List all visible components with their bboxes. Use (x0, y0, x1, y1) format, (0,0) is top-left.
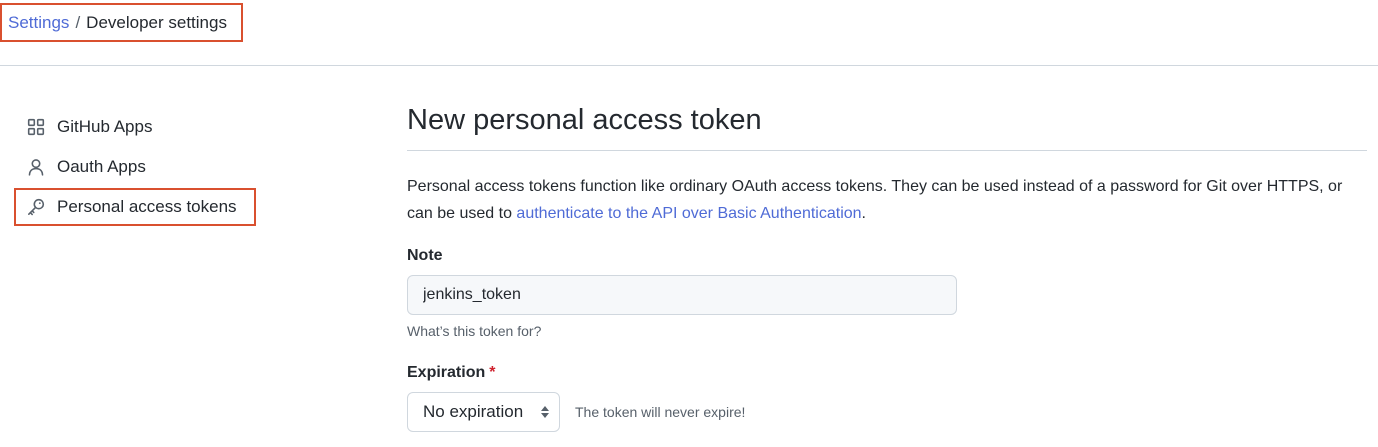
note-input[interactable] (407, 275, 957, 315)
expiration-selected-value: No expiration (423, 402, 524, 421)
key-icon (26, 197, 46, 217)
developer-settings-sidebar: GitHub Apps Oauth Apps Personal access t… (14, 108, 264, 228)
sidebar-item-label: Oauth Apps (57, 157, 146, 176)
basic-auth-link[interactable]: authenticate to the API over Basic Authe… (516, 205, 861, 222)
select-arrows-icon (540, 404, 550, 420)
token-description: Personal access tokens function like ord… (407, 173, 1347, 227)
sidebar-item-github-apps[interactable]: GitHub Apps (14, 108, 264, 146)
expiration-label-text: Expiration (407, 364, 486, 381)
expiration-label: Expiration * (407, 363, 1367, 383)
expiration-row: No expiration The token will never expir… (407, 392, 1367, 432)
breadcrumb-separator: / (75, 12, 81, 32)
page-title: New personal access token (407, 104, 762, 136)
sidebar-item-oauth-apps[interactable]: Oauth Apps (14, 148, 264, 186)
sidebar-item-label: GitHub Apps (57, 117, 153, 136)
breadcrumb-settings-link[interactable]: Settings (8, 13, 69, 33)
description-end: . (861, 205, 866, 222)
expiration-note: The token will never expire! (575, 404, 746, 420)
note-label: Note (407, 247, 443, 264)
sidebar-item-personal-access-tokens[interactable]: Personal access tokens (14, 188, 256, 226)
expiration-select[interactable]: No expiration (407, 392, 560, 432)
title-divider (407, 150, 1367, 151)
apps-grid-icon (26, 117, 46, 137)
required-marker: * (489, 364, 496, 381)
main-content: New personal access token Personal acces… (407, 100, 1367, 432)
note-hint: What’s this token for? (407, 323, 542, 339)
breadcrumb-current: Developer settings (86, 12, 227, 32)
person-icon (26, 157, 46, 177)
header-divider (0, 65, 1378, 66)
breadcrumb: Settings / Developer settings (0, 3, 243, 42)
sidebar-item-label: Personal access tokens (57, 197, 237, 216)
